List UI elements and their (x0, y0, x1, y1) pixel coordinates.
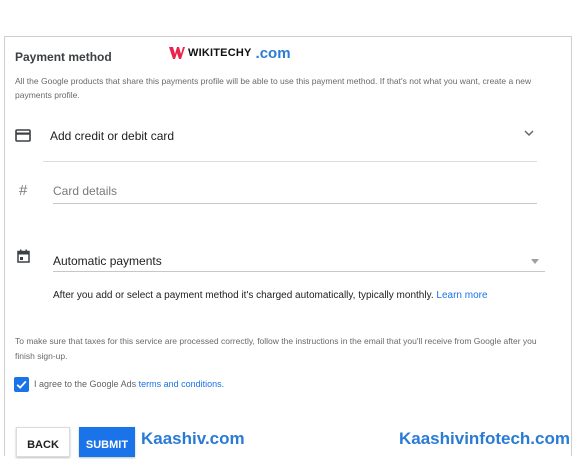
logo-brand-text: WIKITECHY (188, 47, 252, 59)
add-card-label: Add credit or debit card (50, 129, 175, 143)
payment-method-panel: Payment method WIKITECHY .com All the Go… (4, 36, 572, 457)
card-details-placeholder: Card details (53, 184, 118, 198)
page-title: Payment method (15, 50, 112, 64)
terms-checkbox[interactable] (14, 377, 29, 392)
learn-more-link[interactable]: Learn more (436, 290, 487, 301)
terms-prefix: I agree to the Google Ads (34, 379, 137, 389)
terms-link[interactable]: terms and conditions. (139, 379, 225, 389)
watermark-right: Kaashivinfotech.com (399, 429, 570, 448)
payments-note: After you add or select a payment method… (53, 290, 488, 301)
payments-note-text: After you add or select a payment method… (53, 290, 434, 301)
payments-select-value: Automatic payments (53, 254, 162, 268)
submit-button[interactable]: SUBMIT (79, 427, 135, 457)
credit-card-icon (15, 129, 31, 142)
card-details-underline (53, 203, 537, 204)
hash-icon: # (19, 182, 28, 199)
watermark-left: Kaashiv.com (141, 429, 245, 448)
terms-label: I agree to the Google Ads terms and cond… (34, 379, 224, 389)
back-button[interactable]: BACK (16, 427, 70, 457)
checkmark-icon (16, 380, 27, 389)
payments-select-underline (53, 271, 545, 272)
calendar-icon (17, 249, 30, 263)
wikitechy-logo: WIKITECHY .com (168, 43, 291, 63)
card-row-divider (43, 161, 537, 162)
profile-description: All the Google products that share this … (15, 76, 532, 100)
dropdown-caret-icon (531, 259, 539, 264)
tax-note: To make sure that taxes for this service… (15, 336, 537, 361)
wikitechy-logo-icon (169, 47, 185, 59)
logo-suffix-text: .com (255, 44, 291, 62)
chevron-down-icon[interactable] (524, 130, 534, 137)
